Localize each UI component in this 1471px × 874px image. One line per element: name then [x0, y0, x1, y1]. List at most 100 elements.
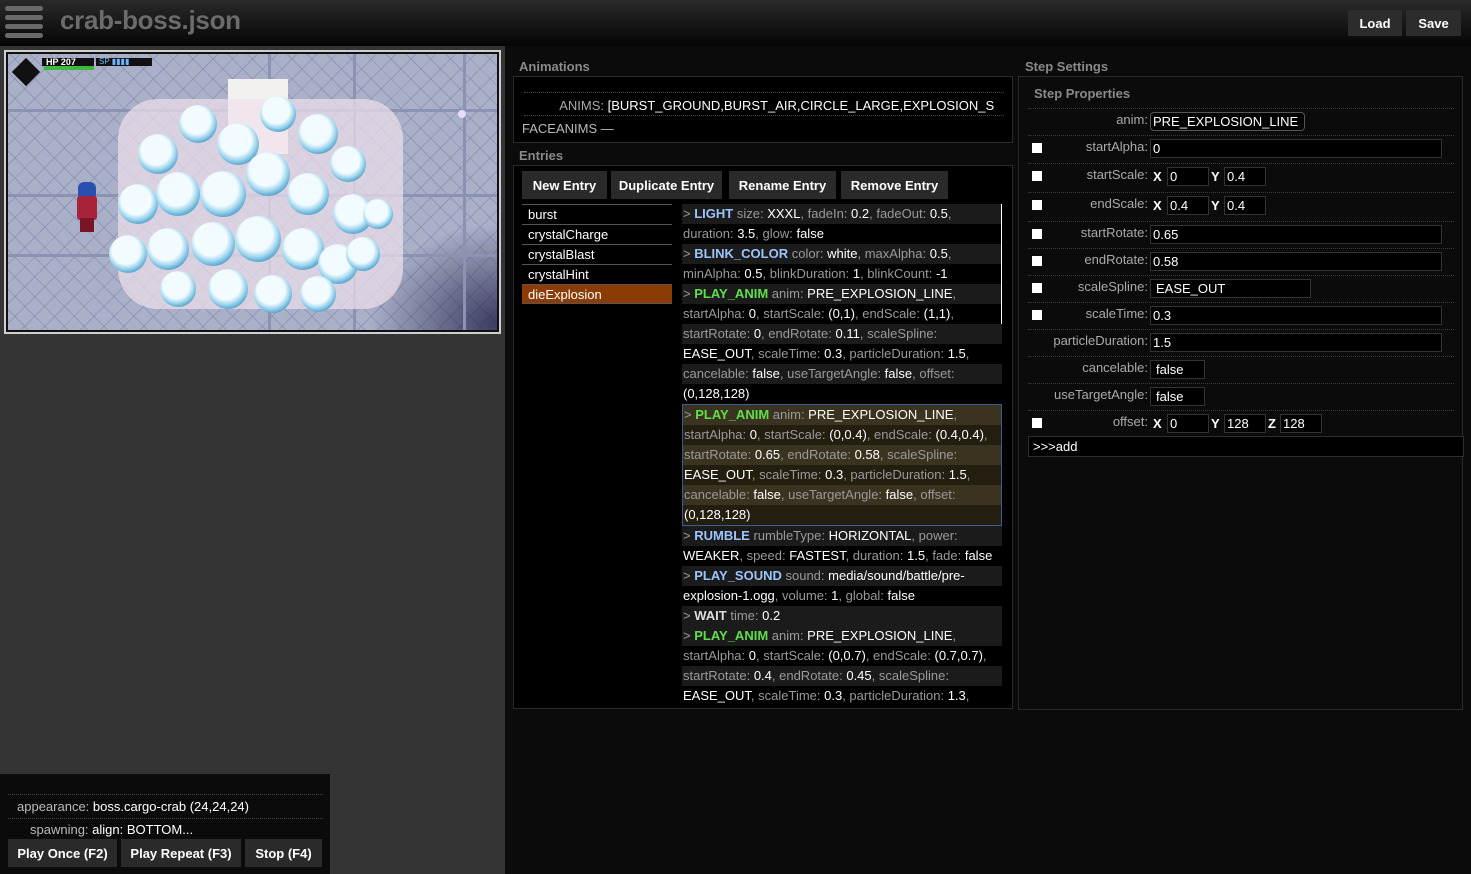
- scrollbar[interactable]: [1001, 204, 1002, 324]
- startRotate-input[interactable]: [1150, 225, 1442, 244]
- step-key: ,: [983, 427, 988, 442]
- spawning-label: spawning:: [30, 822, 89, 837]
- step-line: duration: 3.5, glow: false: [682, 224, 1002, 244]
- step-line: cancelable: false, useTargetAngle: false…: [683, 485, 1001, 505]
- scaleTime-input[interactable]: [1150, 306, 1442, 325]
- step-item[interactable]: > PLAY_ANIM anim: PRE_EXPLOSION_LINE, sta…: [682, 626, 1002, 704]
- step-value: (0,0.7): [828, 648, 866, 663]
- scaleSpline-select[interactable]: EASE_OUT: [1150, 279, 1311, 298]
- entry-item[interactable]: crystalCharge: [522, 224, 672, 244]
- save-button[interactable]: Save: [1406, 10, 1461, 36]
- axis-y-label: Y: [1211, 169, 1220, 184]
- prop-scaleSpline: scaleSpline: EASE_OUT: [1028, 275, 1454, 302]
- offset-z-input[interactable]: [1280, 414, 1322, 433]
- duplicate-entry-button[interactable]: Duplicate Entry: [611, 171, 722, 199]
- step-key: sound:: [781, 568, 829, 583]
- spawning-value: BOTTOM...: [126, 822, 194, 837]
- endScale-y-input[interactable]: [1224, 196, 1266, 215]
- load-button[interactable]: Load: [1348, 10, 1402, 36]
- startScale-y-input[interactable]: [1224, 167, 1266, 186]
- step-key: ,: [965, 346, 970, 361]
- endScale-x-input[interactable]: [1167, 196, 1209, 215]
- explosion-puff: [298, 114, 338, 154]
- step-item-selected[interactable]: > PLAY_ANIM anim: PRE_EXPLOSION_LINE, sta…: [682, 404, 1002, 526]
- step-value: 0.58: [854, 447, 880, 462]
- step-key: ,: [947, 246, 952, 261]
- step-key: , fade:: [925, 548, 965, 563]
- player-character: [74, 182, 100, 232]
- step-value: false: [964, 548, 993, 563]
- step-value: 0.3: [824, 346, 843, 361]
- entry-item-selected[interactable]: dieExplosion: [522, 284, 672, 304]
- step-key: >: [683, 286, 695, 301]
- play-repeat-button[interactable]: Play Repeat (F3): [121, 839, 241, 867]
- step-value: 1.5: [907, 548, 926, 563]
- step-key: , endRotate:: [780, 447, 855, 462]
- step-item[interactable]: > WAIT time: 0.2: [682, 606, 1002, 626]
- step-key: , scaleTime:: [750, 688, 825, 703]
- stop-button[interactable]: Stop (F4): [245, 839, 322, 867]
- step-item[interactable]: > RUMBLE rumbleType: HORIZONTAL, power: W…: [682, 526, 1002, 566]
- step-settings-box: Step Properties anim: PRE_EXPLOSION_LINE…: [1018, 76, 1464, 710]
- useTargetAngle-select[interactable]: false: [1150, 387, 1205, 406]
- startAlpha-input[interactable]: [1150, 139, 1442, 158]
- step-value: 0: [748, 648, 756, 663]
- entry-item[interactable]: crystalBlast: [522, 244, 672, 264]
- explosion-puff: [156, 172, 200, 216]
- step-key: , global:: [838, 588, 888, 603]
- step-line: EASE_OUT, scaleTime: 0.3, particleDurati…: [682, 686, 1002, 704]
- rename-entry-button[interactable]: Rename Entry: [729, 171, 836, 199]
- axis-x-label: X: [1153, 416, 1162, 431]
- cancelable-select[interactable]: false: [1150, 360, 1205, 379]
- explosion-puff: [118, 184, 158, 224]
- play-once-button[interactable]: Play Once (F2): [8, 839, 117, 867]
- step-key: duration:: [683, 226, 738, 241]
- step-value: HORIZONTAL: [828, 528, 912, 543]
- entry-item[interactable]: crystalHint: [522, 264, 672, 284]
- offset-y-input[interactable]: [1224, 414, 1266, 433]
- step-key: >: [683, 528, 695, 543]
- step-item[interactable]: > BLINK_COLOR color: white, maxAlpha: 0.…: [682, 244, 1002, 284]
- explosion-puff: [179, 105, 217, 143]
- step-value: 0: [749, 427, 757, 442]
- step-value: 0.5: [929, 206, 948, 221]
- step-key: ,: [982, 648, 987, 663]
- endRotate-label: endRotate:: [1084, 252, 1148, 267]
- explosion-puff: [200, 171, 246, 217]
- step-line: > PLAY_ANIM anim: PRE_EXPLOSION_LINE,: [682, 626, 1002, 646]
- entry-item[interactable]: burst: [522, 204, 672, 224]
- step-value: 1.5: [948, 467, 967, 482]
- step-value: 0.45: [846, 668, 872, 683]
- step-value: FASTEST: [789, 548, 846, 563]
- offset-label: offset:: [1112, 414, 1148, 429]
- step-key: , power:: [911, 528, 958, 543]
- offset-x-input[interactable]: [1167, 414, 1209, 433]
- particleDuration-input[interactable]: [1150, 333, 1442, 352]
- remove-entry-button[interactable]: Remove Entry: [841, 171, 948, 199]
- step-value: EASE_OUT: [683, 346, 751, 361]
- step-item[interactable]: > LIGHT size: XXXL, fadeIn: 0.2, fadeOut…: [682, 204, 1002, 244]
- step-item[interactable]: > PLAY_ANIM anim: PRE_EXPLOSION_LINE, sta…: [682, 284, 1002, 404]
- particleDuration-label: particleDuration:: [1053, 333, 1148, 348]
- step-key: , offset:: [913, 487, 956, 502]
- anims-row[interactable]: ANIMS: [BURST_GROUND,BURST_AIR,CIRCLE_LA…: [524, 92, 1004, 116]
- anim-select[interactable]: PRE_EXPLOSION_LINE: [1150, 112, 1305, 131]
- add-property-button[interactable]: >>>add: [1028, 436, 1464, 457]
- endRotate-input[interactable]: [1150, 252, 1442, 271]
- prop-startScale: startScale: X Y: [1028, 163, 1454, 190]
- step-value: (0,0.4): [829, 427, 867, 442]
- prop-cancelable: cancelable: false: [1028, 356, 1454, 383]
- step-line: startAlpha: 0, startScale: (0,0.4), endS…: [683, 425, 1001, 445]
- step-key: anim:: [769, 407, 809, 422]
- hamburger-menu-icon[interactable]: [5, 6, 43, 40]
- step-item[interactable]: > PLAY_SOUND sound: media/sound/battle/p…: [682, 566, 1002, 606]
- step-key: , volume:: [774, 588, 832, 603]
- faceanims-row[interactable]: FACEANIMS —: [522, 119, 614, 139]
- file-title: crab-boss.json: [60, 5, 241, 35]
- game-preview[interactable]: HP 207 SP ▮▮▮▮: [4, 50, 501, 334]
- prop-startAlpha: startAlpha:: [1028, 135, 1454, 162]
- explosion-puff: [330, 146, 366, 182]
- startScale-x-input[interactable]: [1167, 167, 1209, 186]
- new-entry-button[interactable]: New Entry: [522, 171, 607, 199]
- step-value: (1,1): [923, 306, 951, 321]
